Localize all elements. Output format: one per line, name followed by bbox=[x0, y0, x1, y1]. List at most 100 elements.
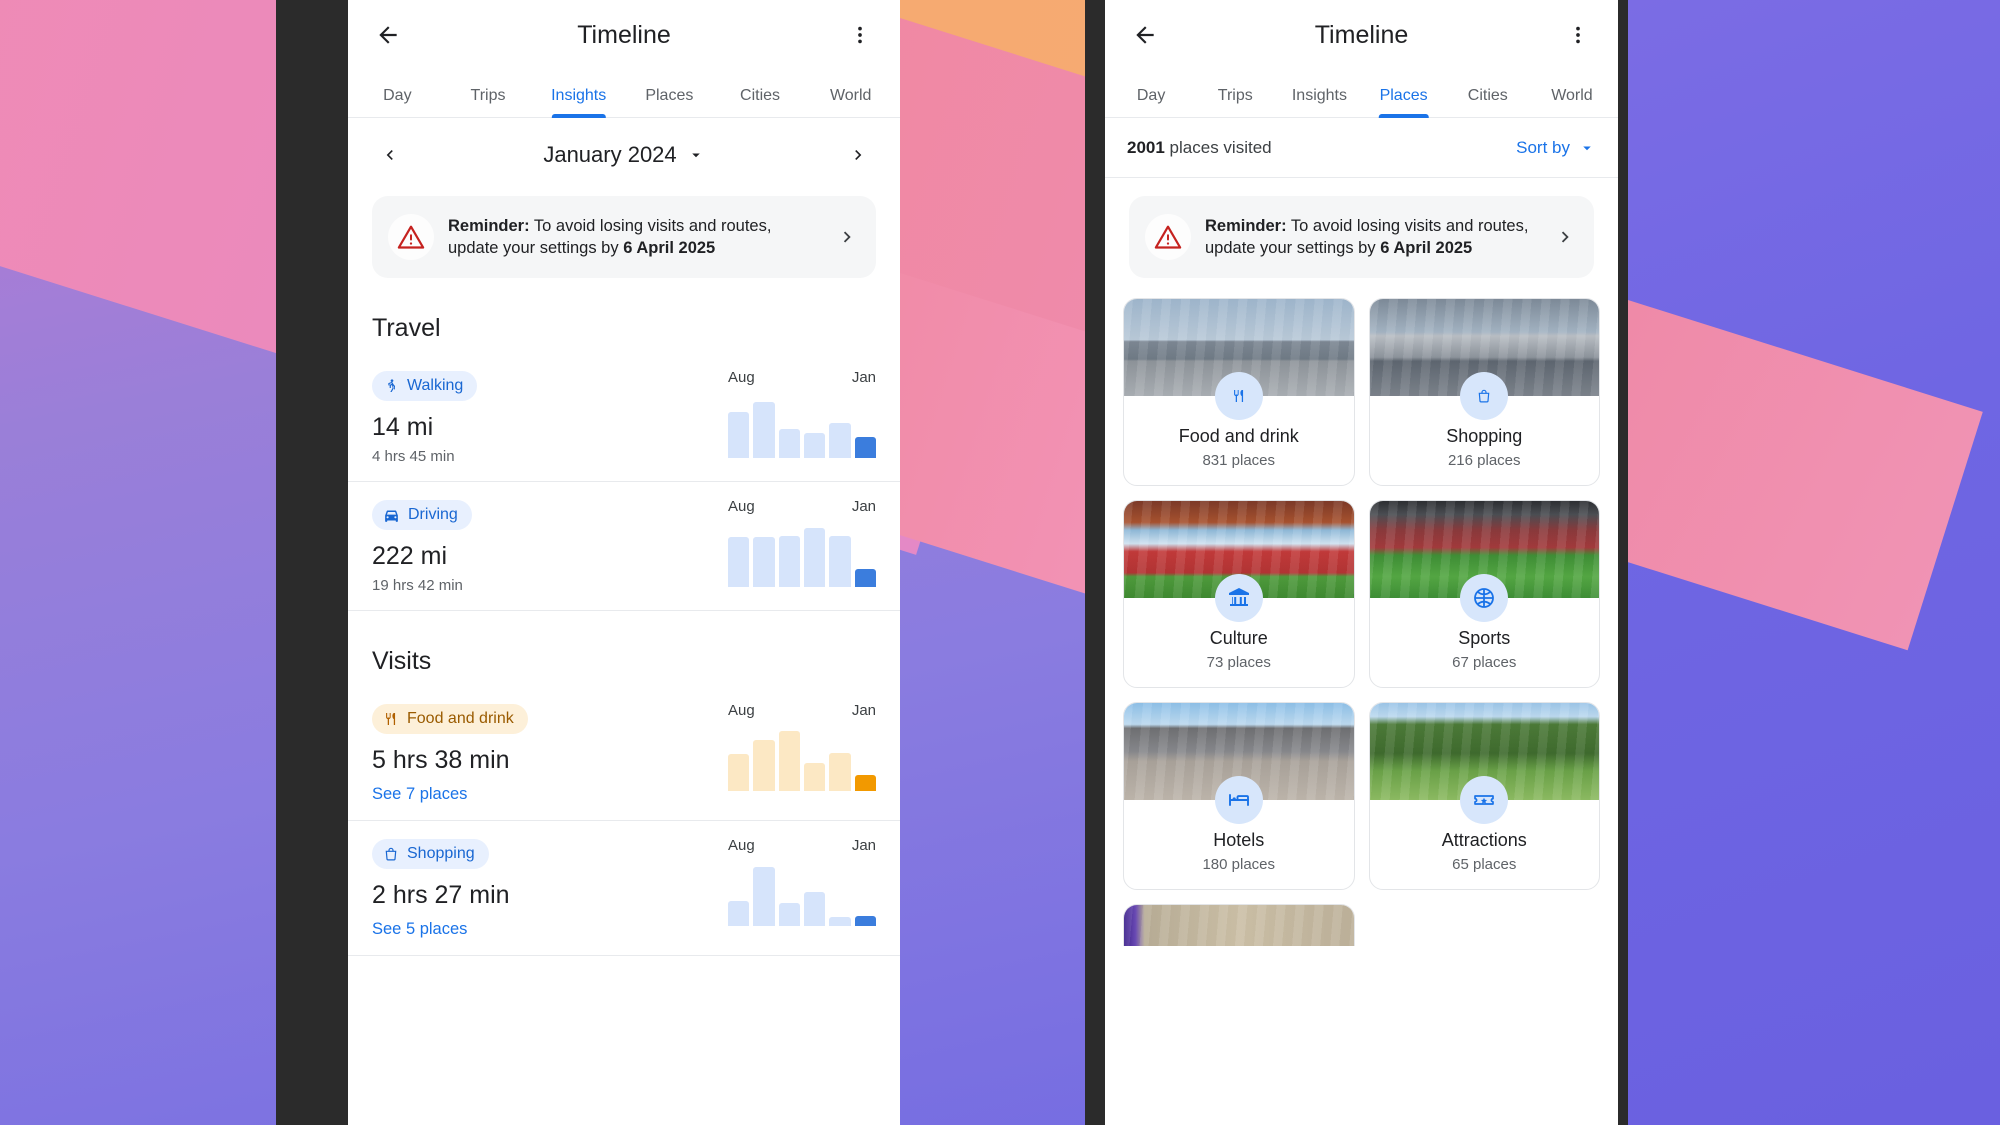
reminder-prefix: Reminder: bbox=[1205, 216, 1287, 235]
tab-cities-right[interactable]: Cities bbox=[1446, 87, 1530, 117]
tab-bar-right[interactable]: Day Trips Insights Places Cities World bbox=[1105, 70, 1618, 118]
insights-sections: Travel Walking 14 mi 4 hrs 45 min Aug Jan Driv… bbox=[348, 278, 900, 956]
more-vert-icon[interactable] bbox=[838, 13, 882, 57]
axis-label-start: Aug bbox=[728, 498, 755, 515]
chart-bar bbox=[854, 915, 876, 926]
month-label-group[interactable]: January 2024 bbox=[543, 142, 704, 168]
chart-bar bbox=[728, 411, 750, 458]
walking-icon bbox=[383, 378, 399, 394]
axis-label-end: Jan bbox=[851, 369, 876, 386]
insight-row[interactable]: Food and drink 5 hrs 38 min See 7 places Au… bbox=[348, 686, 900, 821]
chart-bar bbox=[854, 568, 876, 587]
places-visited-count: 2001 places visited bbox=[1127, 138, 1272, 158]
tab-bar-left[interactable]: Day Trips Insights Places Cities World bbox=[348, 70, 900, 118]
see-places-link[interactable]: See 5 places bbox=[372, 920, 510, 939]
screen-places: Timeline Day Trips Insights Places Cities Wor… bbox=[1105, 0, 1618, 1125]
chip-label: Driving bbox=[408, 506, 458, 523]
axis-label-end: Jan bbox=[851, 837, 876, 854]
axis-label-end: Jan bbox=[851, 498, 876, 515]
chart-bar bbox=[753, 867, 775, 926]
reminder-chevron-right-icon[interactable] bbox=[1550, 226, 1580, 248]
axis-label-start: Aug bbox=[728, 837, 755, 854]
place-card-body: Hotels 180 places bbox=[1124, 776, 1354, 889]
tab-trips-left[interactable]: Trips bbox=[443, 87, 534, 117]
chart-axis-labels: Aug Jan bbox=[728, 369, 876, 386]
chart-bar bbox=[803, 892, 826, 926]
places-summary-bar: 2001 places visited Sort by bbox=[1105, 118, 1618, 178]
tab-day-right[interactable]: Day bbox=[1109, 87, 1193, 117]
place-category-name: Hotels bbox=[1213, 830, 1265, 850]
place-category-card[interactable]: Culture 73 places bbox=[1123, 500, 1355, 688]
month-next-icon[interactable] bbox=[838, 135, 878, 175]
place-category-count: 180 places bbox=[1202, 856, 1276, 873]
month-prev-icon[interactable] bbox=[370, 135, 410, 175]
app-bar-left: Timeline bbox=[348, 0, 900, 70]
place-category-card[interactable]: Attractions 65 places bbox=[1368, 702, 1600, 890]
basketball-icon bbox=[1460, 574, 1509, 622]
reminder-card-left[interactable]: Reminder: To avoid losing visits and rou… bbox=[372, 196, 876, 278]
warning-triangle-icon bbox=[388, 214, 434, 260]
museum-icon bbox=[1214, 574, 1263, 622]
reminder-prefix: Reminder: bbox=[448, 216, 530, 235]
place-category-card[interactable]: Sports 67 places bbox=[1368, 500, 1600, 688]
insight-row-info: Walking 14 mi 4 hrs 45 min bbox=[372, 367, 478, 465]
back-arrow-icon[interactable] bbox=[1123, 13, 1167, 57]
tab-places-left[interactable]: Places bbox=[624, 87, 715, 117]
chart-bar bbox=[753, 401, 775, 458]
place-category-name: Sports bbox=[1458, 628, 1511, 648]
place-card-body: Shopping 216 places bbox=[1370, 372, 1600, 485]
place-category-name: Food and drink bbox=[1178, 426, 1299, 446]
page-title: Timeline bbox=[1314, 20, 1409, 49]
chart-axis-labels: Aug Jan bbox=[728, 702, 876, 719]
insight-row-info: Driving 222 mi 19 hrs 42 min bbox=[372, 496, 472, 594]
places-card-grid: Food and drink 831 places Shopping 216 plac… bbox=[1105, 278, 1618, 890]
category-chip[interactable]: Driving bbox=[372, 500, 472, 530]
chart-bars bbox=[728, 396, 876, 458]
category-chip[interactable]: Food and drink bbox=[372, 704, 528, 734]
back-arrow-icon[interactable] bbox=[366, 13, 410, 57]
car-icon bbox=[383, 507, 400, 524]
chart-axis-labels: Aug Jan bbox=[728, 837, 876, 854]
tab-world-right[interactable]: World bbox=[1530, 87, 1614, 117]
tab-places-right[interactable]: Places bbox=[1362, 87, 1446, 117]
tab-trips-right[interactable]: Trips bbox=[1193, 87, 1277, 117]
chart-axis-labels: Aug Jan bbox=[728, 498, 876, 515]
mini-bar-chart: Aug Jan bbox=[728, 367, 876, 458]
insight-row[interactable]: Driving 222 mi 19 hrs 42 min Aug Jan bbox=[348, 482, 900, 611]
insight-value: 14 mi bbox=[372, 413, 434, 441]
axis-label-start: Aug bbox=[728, 702, 755, 719]
place-category-card[interactable]: Hotels 180 places bbox=[1123, 702, 1355, 890]
more-vert-icon[interactable] bbox=[1556, 13, 1600, 57]
see-places-link[interactable]: See 7 places bbox=[372, 785, 528, 804]
tab-insights-left[interactable]: Insights bbox=[533, 87, 624, 117]
restaurant-icon bbox=[1214, 372, 1263, 420]
insight-row-info: Food and drink 5 hrs 38 min See 7 places bbox=[372, 700, 528, 804]
chart-bars bbox=[728, 525, 876, 587]
tab-day-left[interactable]: Day bbox=[352, 87, 443, 117]
sort-by-button[interactable]: Sort by bbox=[1516, 138, 1596, 158]
place-card-body: Food and drink 831 places bbox=[1124, 372, 1354, 485]
place-card-partial[interactable] bbox=[1123, 904, 1355, 946]
mini-bar-chart: Aug Jan bbox=[728, 496, 876, 587]
reminder-card-right[interactable]: Reminder: To avoid losing visits and rou… bbox=[1129, 196, 1594, 278]
chart-bar bbox=[778, 428, 800, 458]
reminder-date: 6 April 2025 bbox=[1380, 239, 1473, 257]
insight-row[interactable]: Walking 14 mi 4 hrs 45 min Aug Jan bbox=[348, 353, 900, 482]
reminder-text-left: Reminder: To avoid losing visits and rou… bbox=[448, 215, 818, 260]
tab-cities-left[interactable]: Cities bbox=[715, 87, 806, 117]
places-count-suffix: places visited bbox=[1164, 137, 1272, 157]
screen-insights: Timeline Day Trips Insights Places Cities Wor… bbox=[348, 0, 900, 1125]
shopping-bag-icon bbox=[1460, 372, 1509, 420]
insight-row[interactable]: Shopping 2 hrs 27 min See 5 places Aug Jan bbox=[348, 821, 900, 956]
category-chip[interactable]: Shopping bbox=[372, 839, 489, 869]
bed-icon bbox=[1214, 776, 1263, 824]
place-category-card[interactable]: Food and drink 831 places bbox=[1123, 298, 1355, 486]
chart-bar bbox=[829, 423, 851, 458]
tab-world-left[interactable]: World bbox=[805, 87, 896, 117]
month-selector: January 2024 bbox=[348, 118, 900, 192]
tab-insights-right[interactable]: Insights bbox=[1277, 87, 1361, 117]
category-chip[interactable]: Walking bbox=[372, 371, 478, 401]
chart-bar bbox=[778, 903, 800, 926]
reminder-chevron-right-icon[interactable] bbox=[832, 226, 862, 248]
place-category-card[interactable]: Shopping 216 places bbox=[1368, 298, 1600, 486]
